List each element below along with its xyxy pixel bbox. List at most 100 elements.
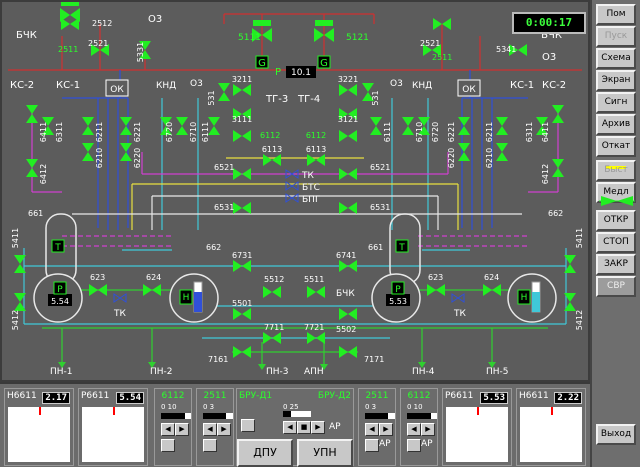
valve-7721[interactable] [307,332,325,344]
valve-6521-left[interactable] [233,168,251,180]
sidebar-button-label: Откат [601,141,631,151]
valve-6741[interactable] [339,260,357,272]
label-v531l: 531 [207,90,216,105]
label-v6731: 6731 [232,251,252,260]
label-v5501: 5501 [232,299,252,308]
valve-6113-right[interactable] [307,154,325,166]
sidebar-button-2[interactable]: Схема [596,48,636,69]
bru-stop-button[interactable]: ■ [297,421,311,434]
step-right-button[interactable]: ▶ [175,423,189,436]
sidebar-button-label: СВР [607,281,625,291]
auto-toggle[interactable] [407,439,421,452]
valve-6211-right[interactable] [496,117,508,135]
step-right-button[interactable]: ▶ [379,423,393,436]
valve-6412-left[interactable] [26,159,38,177]
auto-toggle[interactable] [365,439,379,452]
step-left-button[interactable]: ◀ [161,423,175,436]
valve-623-right[interactable] [427,284,445,296]
auto-toggle[interactable] [161,439,175,452]
sidebar-button-5[interactable]: Архив [596,114,636,135]
valve-5511[interactable] [307,286,325,298]
bru-step-right-button[interactable]: ▶ [311,421,325,434]
valve-control-title: 2511 [365,391,389,401]
sidebar-button-4[interactable]: Сигн [596,92,636,113]
valve-6411-left[interactable] [26,105,38,123]
valve-6221-right[interactable] [458,117,470,135]
valve-6531-left[interactable] [233,202,251,214]
valve-6210-left[interactable] [82,143,94,161]
step-right-button[interactable]: ▶ [217,423,231,436]
sidebar-button-7[interactable]: Быст [596,160,636,181]
valve-624-right[interactable] [483,284,501,296]
sidebar-button-12[interactable]: СВР [596,276,636,297]
valve-3211[interactable] [233,84,251,96]
gauge-p6611-left: P6611 5.54 [78,388,148,466]
valve-624-left[interactable] [143,284,161,296]
upn-button[interactable]: УПН [297,439,353,467]
valve-531-left[interactable] [218,83,230,101]
label-tk_l: ТК [113,309,126,319]
step-right-button[interactable]: ▶ [421,423,435,436]
label-v7711: 7711 [264,323,284,332]
valve-6211-left[interactable] [82,117,94,135]
sidebar-button-3[interactable]: Экран [596,70,636,91]
label-v7161: 7161 [208,355,228,364]
valve-6731[interactable] [233,260,251,272]
valve-3221[interactable] [339,84,357,96]
label-v5412r: 5412 [575,310,584,330]
valve-control-title: 6112 [161,391,185,401]
valve-6112-left[interactable] [233,130,251,142]
label-apn: АПН [304,367,324,377]
auto-toggle[interactable] [203,439,217,452]
valve-6220-left[interactable] [120,143,132,161]
valve-6412-right[interactable] [552,159,564,177]
valve-7161[interactable] [233,346,251,358]
valve-6221-left[interactable] [120,117,132,135]
valve-control-2511-right: 2511 0 3 ◀ ▶ AP [358,388,396,466]
dpu-button[interactable]: ДПУ [237,439,293,467]
valve-6220-right[interactable] [458,143,470,161]
sidebar-button-1[interactable]: Пуск [596,26,636,47]
label-v6412l: 6412 [39,164,48,184]
valve-6111-right[interactable] [370,117,382,135]
valve-6210-right[interactable] [496,143,508,161]
valve-5512[interactable] [263,286,281,298]
valve-7711[interactable] [263,332,281,344]
label-v6112l: 6112 [260,131,280,140]
label-v6112r: 6112 [306,131,326,140]
label-pn3: ПН-3 [266,367,289,377]
check-valve-tk-right [451,293,465,303]
label-v6220r: 6220 [447,148,456,168]
valve-5502[interactable] [339,308,357,320]
valve-6531-right[interactable] [339,202,357,214]
valve-6112-right[interactable] [339,130,357,142]
gauge-h6611-right: H6611 2.22 [516,388,586,466]
valve-6710-right[interactable] [402,117,414,135]
sidebar-button-6[interactable]: Откат [596,136,636,157]
bru-d2-title: БРУ-Д2 [317,391,351,401]
bru-step-left-button[interactable]: ◀ [283,421,297,434]
valve-6521-right[interactable] [339,168,357,180]
label-t: Т [398,243,405,253]
sidebar-button-10[interactable]: СТОП [596,232,636,253]
valve-623-left[interactable] [89,284,107,296]
bru-d1-toggle[interactable] [241,419,255,432]
valve-7171[interactable] [339,346,357,358]
gauge-marker [39,407,41,415]
step-left-button[interactable]: ◀ [203,423,217,436]
gauge-label: H6611 [519,391,549,401]
sidebar-button-11[interactable]: ЗАКР [596,254,636,275]
step-left-button[interactable]: ◀ [407,423,421,436]
label-v5502: 5502 [336,325,356,334]
sidebar-button-13[interactable]: Выход [596,424,636,445]
valve-6113-left[interactable] [263,154,281,166]
valve-2511-motor[interactable] [60,0,80,22]
step-left-button[interactable]: ◀ [365,423,379,436]
valve-2512[interactable] [61,18,79,30]
valve-6411-right[interactable] [552,105,564,123]
sidebar-button-0[interactable]: Пом [596,4,636,25]
valve-6710-left[interactable] [176,117,188,135]
label-l_bck: БЧК [16,30,37,41]
valve-5501[interactable] [233,308,251,320]
sidebar-button-9[interactable]: ОТКР [596,210,636,231]
